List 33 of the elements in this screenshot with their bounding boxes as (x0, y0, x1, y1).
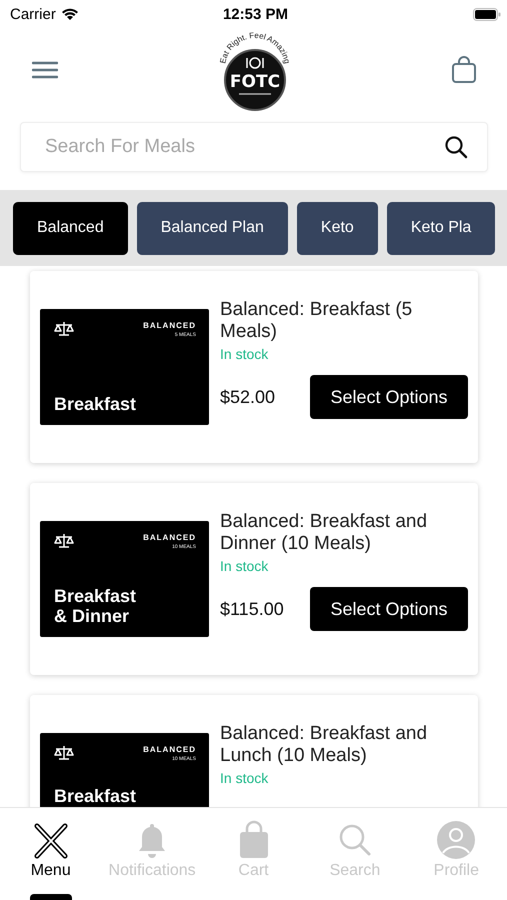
product-price: $52.00 (220, 386, 276, 408)
category-tab[interactable]: Keto Pla (386, 202, 496, 254)
battery-icon (472, 8, 501, 20)
search-icon[interactable] (444, 135, 468, 159)
category-tab[interactable]: Keto (296, 202, 378, 254)
shopping-bag-icon[interactable] (451, 56, 477, 84)
stock-status: In stock (220, 346, 270, 362)
plan-label: BALANCED (143, 321, 196, 330)
category-tab[interactable]: Balanced (13, 202, 128, 254)
stock-status: In stock (220, 770, 270, 786)
profile-icon (436, 820, 476, 860)
menu-icon[interactable] (32, 61, 58, 79)
search-field[interactable]: Search For Meals (20, 122, 488, 172)
product-name: Balanced: Breakfast (5 Meals) (220, 299, 414, 343)
stock-status: In stock (220, 558, 270, 574)
image-title: Breakfast & Dinner (54, 587, 138, 627)
scale-icon (54, 533, 74, 549)
select-options-button[interactable]: Select Options (310, 587, 468, 631)
tab-bar-item[interactable]: Menu (0, 808, 102, 900)
wifi-icon (60, 8, 79, 20)
category-tab[interactable]: Balanced Plan (136, 202, 288, 254)
plan-label: BALANCED (143, 745, 196, 754)
scale-icon (54, 745, 74, 761)
plan-label: BALANCED (143, 533, 196, 542)
select-options-button[interactable]: Select Options (310, 375, 468, 419)
product-price: $115.00 (220, 598, 284, 620)
carrier-label: Carrier (10, 6, 56, 22)
product-name: Balanced: Breakfast and Lunch (10 Meals) (220, 723, 428, 767)
product-name: Balanced: Breakfast and Dinner (10 Meals) (220, 511, 428, 555)
status-time: 12:53 PM (222, 6, 288, 22)
image-title: Breakfast (54, 787, 138, 807)
image-title: Breakfast (54, 395, 138, 415)
scale-icon (54, 321, 74, 337)
